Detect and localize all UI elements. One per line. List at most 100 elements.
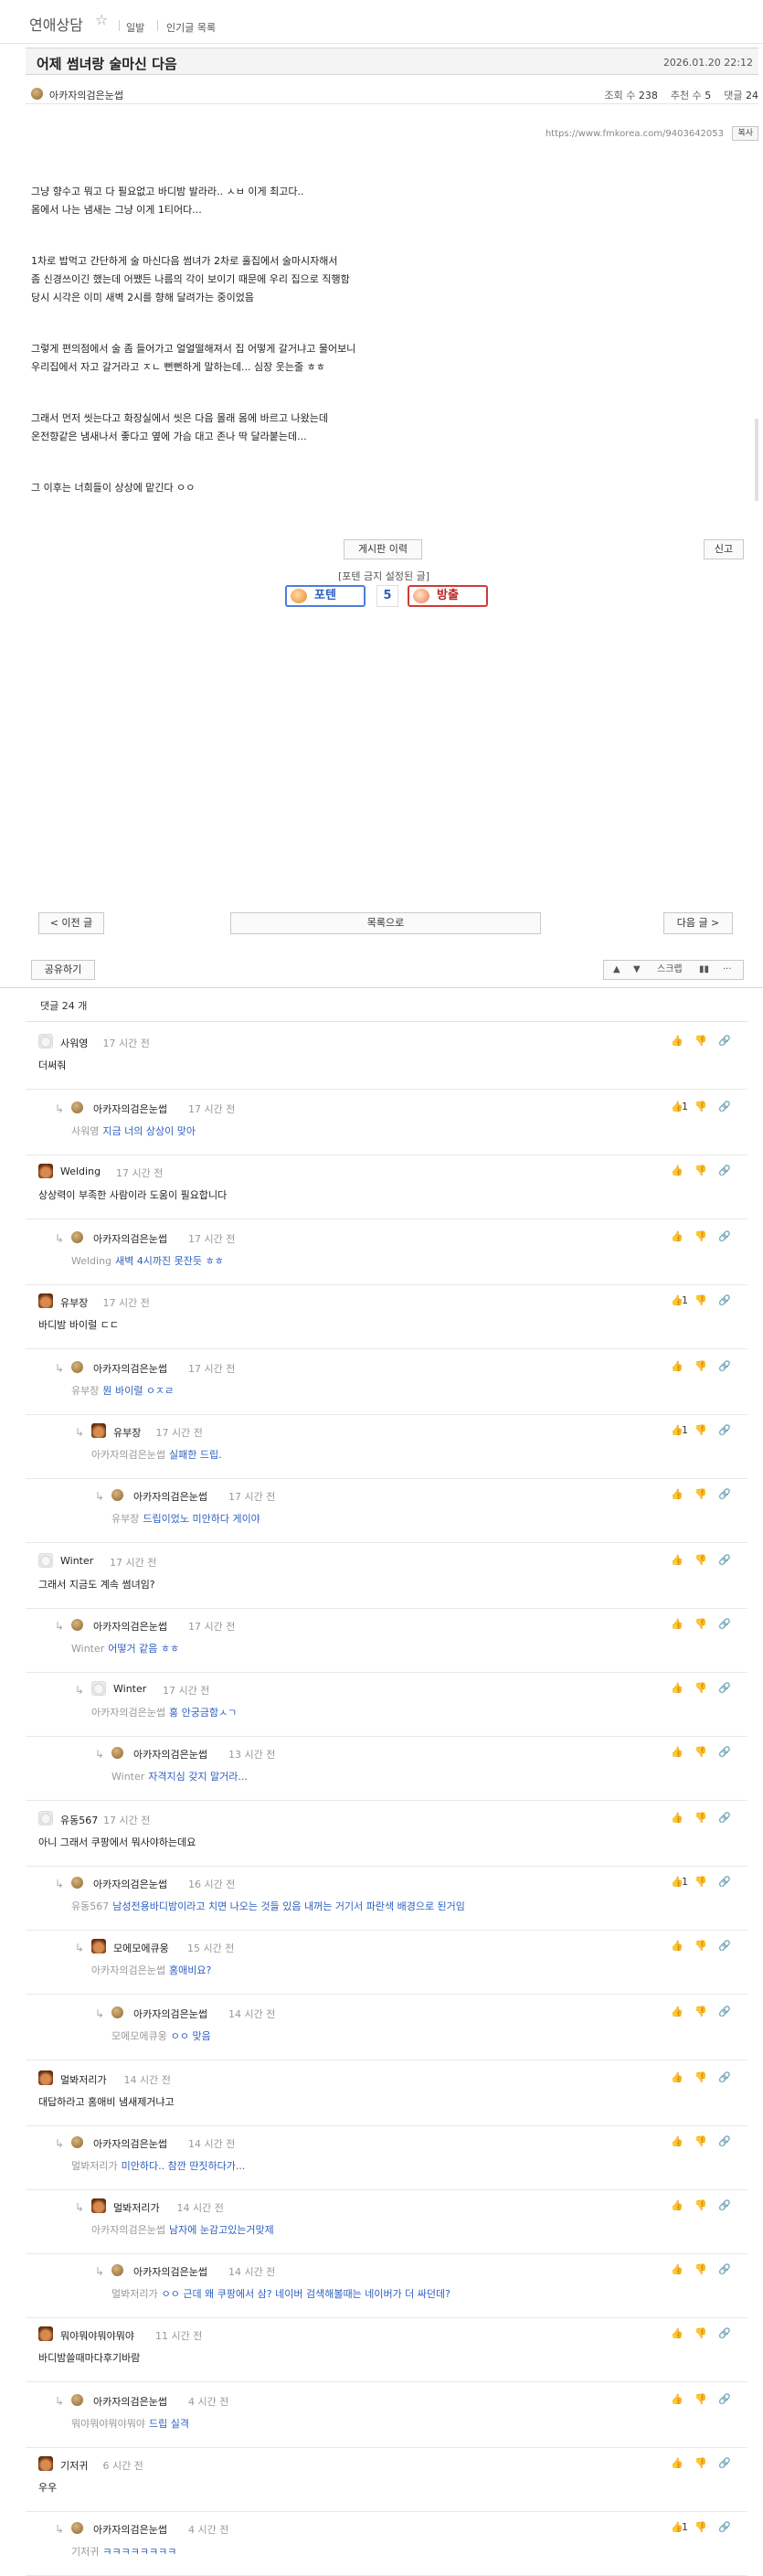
link-icon[interactable]: 🔗 bbox=[718, 2327, 731, 2339]
post-author[interactable]: 아카자의검은눈썹 bbox=[49, 88, 123, 102]
link-icon[interactable]: 🔗 bbox=[718, 2199, 731, 2211]
dislike-icon[interactable]: 👎 bbox=[694, 1230, 707, 1242]
top-link-popular[interactable]: 인기글 목록 bbox=[166, 20, 216, 35]
board-title[interactable]: 연애상담 bbox=[29, 13, 83, 35]
commenter-name[interactable]: 뭐야뭐야뭐야뭐야 bbox=[60, 2328, 134, 2343]
dislike-icon[interactable]: 👎 bbox=[694, 1618, 707, 1630]
commenter-name[interactable]: 멀봐저리가 bbox=[113, 2200, 160, 2215]
link-icon[interactable]: 🔗 bbox=[718, 2457, 731, 2469]
dislike-icon[interactable]: 👎 bbox=[694, 1035, 707, 1047]
commenter-name[interactable]: Winter bbox=[60, 1555, 93, 1567]
link-icon[interactable]: 🔗 bbox=[718, 2263, 731, 2275]
dislike-icon[interactable]: 👎 bbox=[694, 2457, 707, 2469]
like-icon[interactable]: 👍 bbox=[671, 1230, 684, 1242]
like-icon[interactable]: 👍 bbox=[671, 1360, 684, 1372]
like-icon[interactable]: 👍 bbox=[671, 1812, 684, 1824]
commenter-name[interactable]: 모에모에큐웅 bbox=[113, 1941, 169, 1955]
link-icon[interactable]: 🔗 bbox=[718, 1618, 731, 1630]
link-icon[interactable]: 🔗 bbox=[718, 1294, 731, 1306]
like-icon[interactable]: 👍 bbox=[671, 2457, 684, 2469]
dislike-icon[interactable]: 👎 bbox=[694, 1165, 707, 1176]
dislike-icon[interactable]: 👎 bbox=[694, 1294, 707, 1306]
commenter-name[interactable]: 멀봐저리가 bbox=[60, 2072, 107, 2087]
commenter-name[interactable]: 유부장 bbox=[113, 1425, 141, 1440]
link-icon[interactable]: 🔗 bbox=[718, 2393, 731, 2405]
dislike-icon[interactable]: 👎 bbox=[694, 2327, 707, 2339]
commenter-name[interactable]: Welding bbox=[60, 1166, 101, 1177]
commenter-avatar-icon[interactable] bbox=[38, 2326, 53, 2341]
like-icon[interactable]: 👍 bbox=[671, 2071, 684, 2083]
commenter-name[interactable]: 아카자의검은눈썹 bbox=[93, 2136, 167, 2151]
comment-mention[interactable]: 뭐야뭐야뭐야뭐야 bbox=[71, 2418, 145, 2430]
dislike-icon[interactable]: 👎 bbox=[694, 1360, 707, 1372]
commenter-avatar-icon[interactable] bbox=[111, 1747, 123, 1759]
link-icon[interactable]: 🔗 bbox=[718, 2521, 731, 2533]
dislike-icon[interactable]: 👎 bbox=[694, 2199, 707, 2211]
commenter-name[interactable]: 아카자의검은눈썹 bbox=[93, 1877, 167, 1891]
dislike-icon[interactable]: 👎 bbox=[694, 2393, 707, 2405]
commenter-name[interactable]: 아카자의검은눈썹 bbox=[93, 2522, 167, 2537]
comment-mention[interactable]: 아카자의검은눈썹 bbox=[91, 2224, 165, 2236]
commenter-name[interactable]: 유부장 bbox=[60, 1295, 88, 1310]
link-icon[interactable]: 🔗 bbox=[718, 1424, 731, 1436]
like-icon[interactable]: 👍 bbox=[671, 1618, 684, 1630]
commenter-avatar-icon[interactable] bbox=[38, 2456, 53, 2471]
dislike-icon[interactable]: 👎 bbox=[694, 2521, 707, 2533]
like-icon[interactable]: 👍 bbox=[671, 1682, 684, 1694]
dislike-icon[interactable]: 👎 bbox=[694, 1682, 707, 1694]
dislike-icon[interactable]: 👎 bbox=[694, 2263, 707, 2275]
more-icon[interactable]: ··· bbox=[723, 961, 732, 979]
top-link-1[interactable]: 일발 bbox=[126, 20, 144, 35]
commenter-name[interactable]: 기저귀 bbox=[60, 2458, 88, 2473]
link-icon[interactable]: 🔗 bbox=[718, 2006, 731, 2017]
link-icon[interactable]: 🔗 bbox=[718, 1746, 731, 1758]
link-icon[interactable]: 🔗 bbox=[718, 2135, 731, 2147]
potent-vote-button[interactable]: 포텐 bbox=[285, 585, 366, 607]
commenter-avatar-icon[interactable] bbox=[71, 1619, 83, 1631]
dislike-icon[interactable]: 👎 bbox=[694, 1554, 707, 1566]
commenter-avatar-icon[interactable] bbox=[91, 1681, 106, 1696]
commenter-name[interactable]: 아카자의검은눈썹 bbox=[133, 2264, 207, 2279]
commenter-name[interactable]: 유동567 bbox=[60, 1813, 98, 1827]
like-icon[interactable]: 👍 bbox=[671, 2135, 684, 2147]
commenter-avatar-icon[interactable] bbox=[71, 1877, 83, 1889]
comment-mention[interactable]: 유부장 bbox=[71, 1385, 99, 1397]
commenter-avatar-icon[interactable] bbox=[38, 1553, 53, 1568]
like-icon[interactable]: 👍 bbox=[671, 2006, 684, 2017]
report-button[interactable]: 신고 bbox=[704, 539, 744, 559]
share-button[interactable]: 공유하기 bbox=[31, 960, 95, 980]
commenter-avatar-icon[interactable] bbox=[38, 1034, 53, 1048]
commenter-name[interactable]: 아카자의검은눈썹 bbox=[93, 2394, 167, 2409]
dislike-icon[interactable]: 👎 bbox=[694, 2006, 707, 2017]
commenter-name[interactable]: 아카자의검은눈썹 bbox=[93, 1231, 167, 1246]
post-url[interactable]: https://www.fmkorea.com/9403642053 bbox=[546, 129, 724, 139]
dislike-icon[interactable]: 👎 bbox=[694, 1812, 707, 1824]
scroll-indicator[interactable] bbox=[755, 419, 758, 501]
link-icon[interactable]: 🔗 bbox=[718, 1165, 731, 1176]
comment-mention[interactable]: 멀봐저리가 bbox=[111, 2288, 158, 2300]
link-icon[interactable]: 🔗 bbox=[718, 1035, 731, 1047]
comment-mention[interactable]: Welding bbox=[71, 1255, 111, 1267]
commenter-avatar-icon[interactable] bbox=[111, 2007, 123, 2018]
like-icon[interactable]: 👍 bbox=[671, 1165, 684, 1176]
comment-mention[interactable]: 기저귀 bbox=[71, 2546, 99, 2558]
board-history-button[interactable]: 게시판 이력 bbox=[344, 539, 422, 559]
scroll-down-icon[interactable]: ▼ bbox=[633, 961, 641, 979]
comment-mention[interactable]: 사워영 bbox=[71, 1125, 99, 1137]
link-icon[interactable]: 🔗 bbox=[718, 1682, 731, 1694]
like-icon[interactable]: 👍 bbox=[671, 1940, 684, 1952]
commenter-avatar-icon[interactable] bbox=[71, 2136, 83, 2148]
bang-vote-button[interactable]: 방출 bbox=[408, 585, 488, 607]
star-icon[interactable]: ☆ bbox=[95, 11, 108, 28]
comment-mention[interactable]: 유동567 bbox=[71, 1900, 109, 1912]
commenter-name[interactable]: 아카자의검은눈썹 bbox=[133, 2007, 207, 2021]
commenter-avatar-icon[interactable] bbox=[71, 1361, 83, 1373]
comment-mention[interactable]: Winter bbox=[111, 1771, 144, 1783]
list-button[interactable]: 목록으로 bbox=[230, 912, 541, 934]
link-icon[interactable]: 🔗 bbox=[718, 1812, 731, 1824]
commenter-name[interactable]: 아카자의검은눈썹 bbox=[93, 1361, 167, 1376]
link-icon[interactable]: 🔗 bbox=[718, 1554, 731, 1566]
dislike-icon[interactable]: 👎 bbox=[694, 1940, 707, 1952]
commenter-name[interactable]: Winter bbox=[113, 1683, 146, 1695]
comment-mention[interactable]: 멀봐저리가 bbox=[71, 2160, 118, 2172]
